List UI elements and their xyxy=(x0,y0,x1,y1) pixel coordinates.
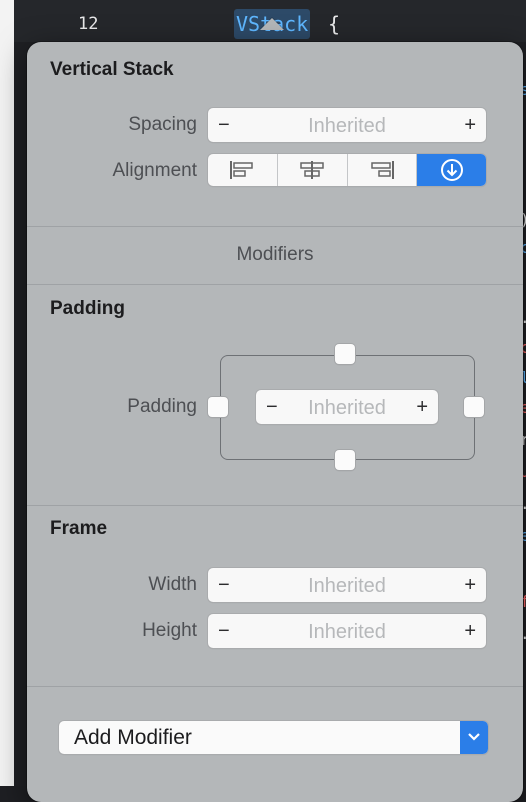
alignment-label: Alignment xyxy=(112,160,198,181)
width-value[interactable]: Inherited xyxy=(208,568,486,604)
spacing-increment-button[interactable]: + xyxy=(464,108,476,142)
padding-trailing-checkbox[interactable] xyxy=(464,397,484,417)
width-increment-button[interactable]: + xyxy=(464,568,476,602)
add-modifier-dropdown-button[interactable] xyxy=(460,721,488,754)
padding-label: Padding xyxy=(127,396,197,417)
popover-arrow xyxy=(260,18,284,30)
padding-stepper[interactable]: − Inherited + xyxy=(256,390,438,424)
add-modifier-label: Add Modifier xyxy=(74,726,192,749)
padding-bottom-checkbox[interactable] xyxy=(335,450,355,470)
alignment-trailing-segment[interactable] xyxy=(348,154,418,186)
spacing-label: Spacing xyxy=(128,114,197,135)
spacing-value[interactable]: Inherited xyxy=(208,108,486,144)
attributes-inspector-popover: Vertical Stack Spacing − Inherited + Ali… xyxy=(27,42,523,802)
height-value[interactable]: Inherited xyxy=(208,614,486,650)
height-label: Height xyxy=(142,620,197,641)
divider xyxy=(27,284,523,285)
divider xyxy=(27,505,523,506)
code-brace: { xyxy=(328,12,341,36)
left-panel-edge xyxy=(0,0,14,786)
align-center-icon xyxy=(300,161,324,179)
chevron-down-icon xyxy=(468,733,480,741)
height-stepper[interactable]: − Inherited + xyxy=(208,614,486,648)
width-stepper[interactable]: − Inherited + xyxy=(208,568,486,602)
modifiers-heading: Modifiers xyxy=(236,244,314,265)
padding-value[interactable]: Inherited xyxy=(256,390,438,426)
padding-title: Padding xyxy=(50,298,125,319)
divider xyxy=(27,686,523,687)
padding-leading-checkbox[interactable] xyxy=(208,397,228,417)
line-number: 12 xyxy=(78,14,99,34)
frame-title: Frame xyxy=(50,518,108,539)
alignment-selected-segment[interactable] xyxy=(417,154,486,186)
alignment-segmented-control[interactable] xyxy=(208,154,486,186)
divider xyxy=(27,226,523,227)
alignment-leading-segment[interactable] xyxy=(208,154,278,186)
vertical-stack-title: Vertical Stack xyxy=(50,59,174,80)
padding-top-checkbox[interactable] xyxy=(335,344,355,364)
align-trailing-icon xyxy=(371,161,394,179)
align-leading-icon xyxy=(230,161,254,179)
width-label: Width xyxy=(148,574,197,595)
alignment-center-segment[interactable] xyxy=(278,154,348,186)
spacing-stepper[interactable]: − Inherited + xyxy=(208,108,486,142)
add-modifier-popup-button[interactable]: Add Modifier xyxy=(59,721,488,754)
height-increment-button[interactable]: + xyxy=(464,614,476,648)
arrow-down-circle-icon xyxy=(440,159,463,181)
padding-increment-button[interactable]: + xyxy=(416,390,428,424)
